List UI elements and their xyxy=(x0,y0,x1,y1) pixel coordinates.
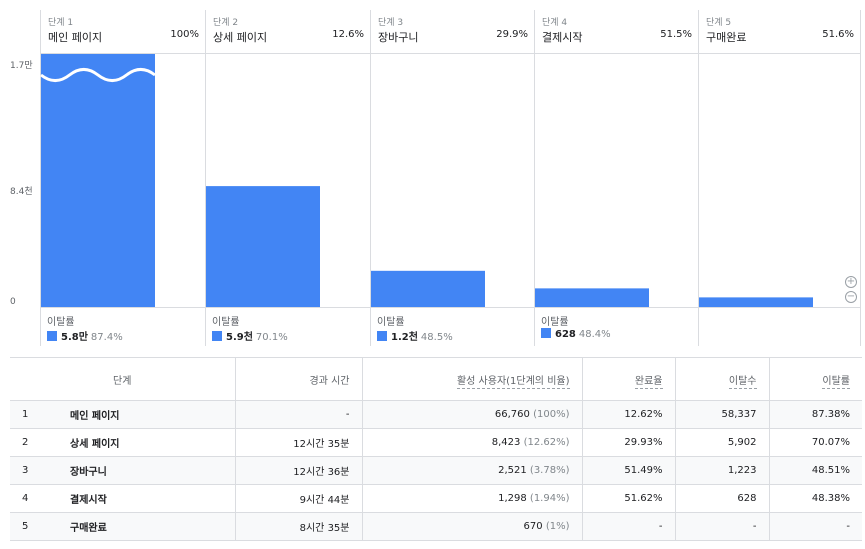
zoom-in-icon[interactable]: + xyxy=(845,276,857,288)
table-header-row: 단계 경과 시간 활성 사용자(1단계의 비율) 완료율 이탈수 이탈률 xyxy=(10,357,862,401)
table-row[interactable]: 4 결제시작 9시간 44분 1,298 (1.94%) 51.62% 628 48.38% xyxy=(10,484,862,513)
header-elapsed[interactable]: 경과 시간 xyxy=(234,357,362,401)
row-completion: 51.62% xyxy=(581,484,675,513)
row-elapsed: 8시간 35분 xyxy=(234,512,362,541)
row-index: 4 xyxy=(10,484,34,513)
funnel-bars xyxy=(40,54,813,307)
row-abandon-rate: - xyxy=(768,512,862,541)
row-abandonments: 1,223 xyxy=(674,456,769,485)
bar-step-3[interactable] xyxy=(371,270,485,307)
row-completion: 29.93% xyxy=(581,428,675,457)
row-active-users: 66,760 (100%) xyxy=(361,400,582,429)
row-active-users: 1,298 (1.94%) xyxy=(361,484,582,513)
row-abandonments: - xyxy=(674,512,769,541)
row-active-users: 670 (1%) xyxy=(361,512,582,541)
row-index: 3 xyxy=(10,456,34,485)
header-active-users[interactable]: 활성 사용자(1단계의 비율) xyxy=(361,357,582,401)
bar-step-2[interactable] xyxy=(206,186,320,307)
row-active-users: 8,423 (12.62%) xyxy=(361,428,582,457)
table-row[interactable]: 5 구매완료 8시간 35분 670 (1%) - - - xyxy=(10,512,862,541)
row-step-name: 장바구니 xyxy=(34,456,235,485)
row-elapsed: 9시간 44분 xyxy=(234,484,362,513)
row-index: 1 xyxy=(10,400,34,429)
header-step[interactable]: 단계 xyxy=(10,357,235,401)
row-abandonments: 5,902 xyxy=(674,428,769,457)
bar-step-1[interactable] xyxy=(41,54,155,307)
row-completion: 12.62% xyxy=(581,400,675,429)
row-step-name: 메인 페이지 xyxy=(34,400,235,429)
row-abandonments: 58,337 xyxy=(674,400,769,429)
table-row[interactable]: 2 상세 페이지 12시간 35분 8,423 (12.62%) 29.93% 5,902… xyxy=(10,428,862,457)
header-abandon-rate[interactable]: 이탈률 xyxy=(768,357,862,401)
row-completion: - xyxy=(581,512,675,541)
row-abandon-rate: 70.07% xyxy=(768,428,862,457)
header-completion[interactable]: 완료율 xyxy=(581,357,675,401)
table-row[interactable]: 3 장바구니 12시간 36분 2,521 (3.78%) 51.49% 1,223 48.… xyxy=(10,456,862,485)
row-abandon-rate: 48.38% xyxy=(768,484,862,513)
row-active-users: 2,521 (3.78%) xyxy=(361,456,582,485)
row-index: 2 xyxy=(10,428,34,457)
row-abandon-rate: 87.38% xyxy=(768,400,862,429)
zoom-out-icon[interactable]: − xyxy=(845,291,857,303)
row-step-name: 결제시작 xyxy=(34,484,235,513)
funnel-table: 단계 경과 시간 활성 사용자(1단계의 비율) 완료율 이탈수 이탈률 1 메인… xyxy=(10,357,862,541)
bar-step-5[interactable] xyxy=(699,297,813,307)
funnel-chart: 1.7만 8.4천 0 단계 1 메인 페이지 100% 이탈률 5.8만 87.… xyxy=(0,0,865,350)
row-abandonments: 628 xyxy=(674,484,769,513)
row-elapsed: 12시간 36분 xyxy=(234,456,362,485)
row-abandon-rate: 48.51% xyxy=(768,456,862,485)
row-completion: 51.49% xyxy=(581,456,675,485)
row-step-name: 상세 페이지 xyxy=(34,428,235,457)
bar-step-4[interactable] xyxy=(535,288,649,307)
table-row[interactable]: 1 메인 페이지 -66,760 (100%) 12.62% 58,337 87.38% xyxy=(10,400,862,429)
header-abandonments[interactable]: 이탈수 xyxy=(674,357,769,401)
row-step-name: 구매완료 xyxy=(34,512,235,541)
row-index: 5 xyxy=(10,512,34,541)
row-elapsed: - xyxy=(234,400,362,429)
row-elapsed: 12시간 35분 xyxy=(234,428,362,457)
